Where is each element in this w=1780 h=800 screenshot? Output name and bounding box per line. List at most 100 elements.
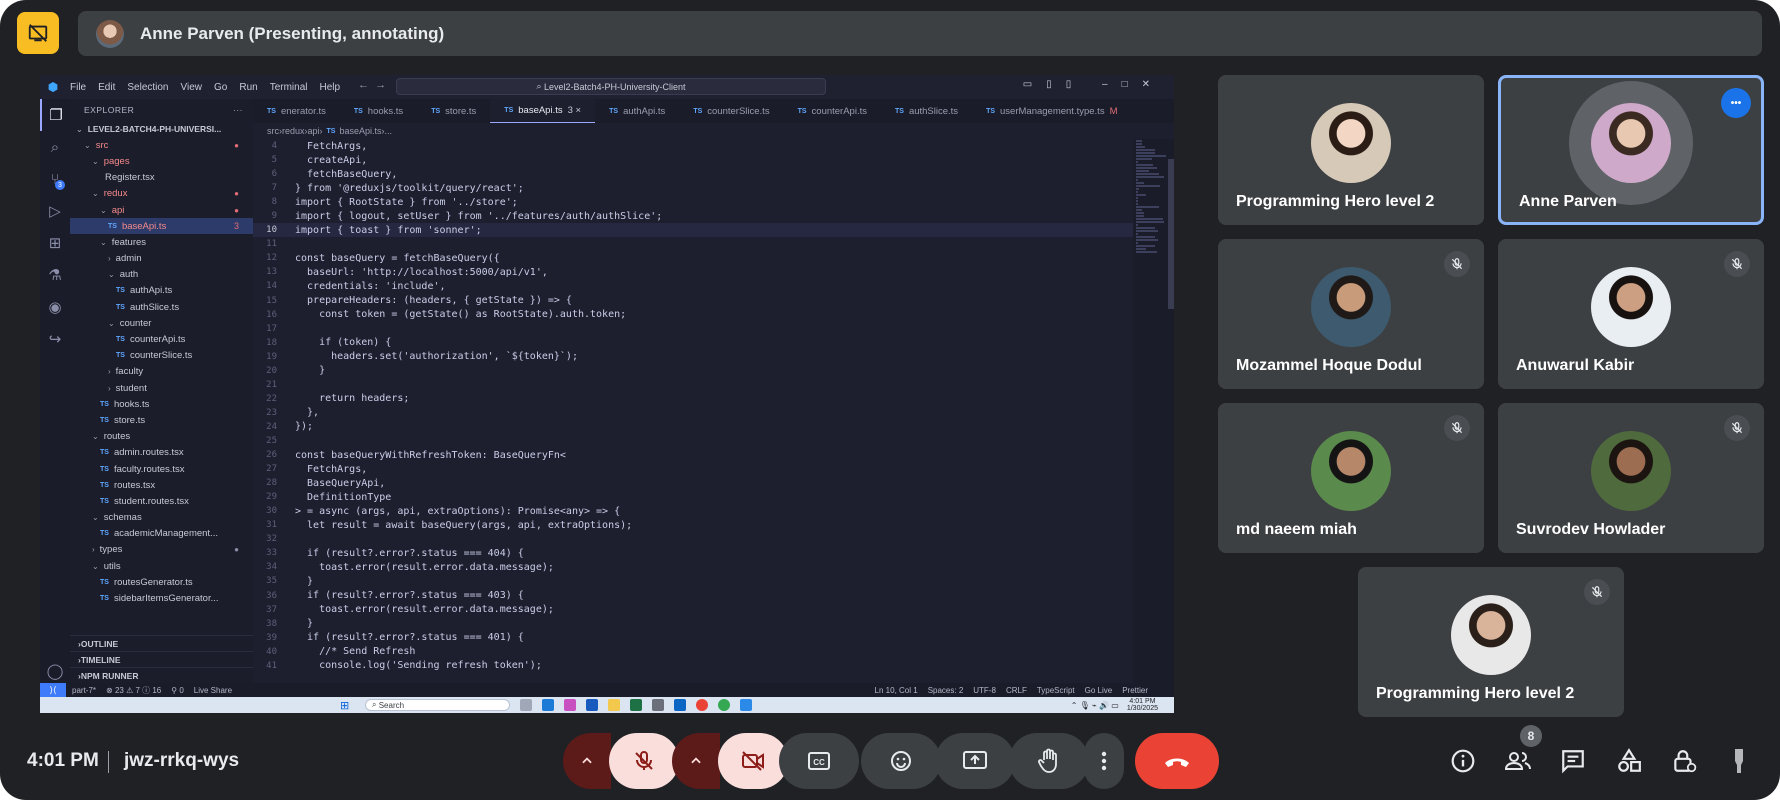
stop-presenting-icon[interactable] — [17, 12, 59, 54]
participant-tile[interactable]: Programming Hero level 2 — [1218, 75, 1484, 225]
mic-toggle-button[interactable] — [609, 733, 679, 789]
chrome-profile-icon — [718, 699, 730, 711]
minimap-line — [1136, 230, 1158, 232]
participant-avatar — [1451, 595, 1531, 675]
minimap-line — [1136, 221, 1164, 223]
code-line: 11 — [253, 237, 1133, 251]
chevron-down-icon: ⌄ — [84, 140, 91, 150]
captions-button[interactable]: CC — [779, 733, 859, 789]
participant-tile[interactable]: Mozammel Hoque Dodul — [1218, 239, 1484, 389]
line-number: 7 — [271, 183, 277, 194]
tree-item: ⌄ redux ● — [70, 186, 253, 202]
status-item: Go Live — [1084, 685, 1113, 695]
camera-toggle-button[interactable] — [718, 733, 788, 789]
lock-person-icon — [1674, 750, 1697, 773]
chat-button[interactable] — [1559, 747, 1587, 775]
reactions-button[interactable] — [861, 733, 941, 789]
minimap-line — [1136, 239, 1158, 241]
code-line: 9 import { logout, setUser } from '../fea… — [253, 209, 1133, 223]
more-options-button[interactable] — [1084, 733, 1124, 789]
host-controls-button[interactable] — [1670, 747, 1698, 775]
editor-tab: TS hooks.ts — [340, 99, 417, 123]
audio-options-button[interactable] — [563, 733, 611, 789]
breadcrumb-item: baseApi.ts — [339, 126, 382, 136]
participant-tile[interactable]: Programming Hero level 2 — [1358, 567, 1624, 717]
annotate-button[interactable] — [1725, 747, 1753, 775]
participant-tile[interactable]: md naeem miah — [1218, 403, 1484, 553]
minimap-line — [1136, 212, 1144, 214]
line-number: 17 — [266, 323, 277, 334]
code-line: 32 — [253, 532, 1133, 546]
line-number: 31 — [266, 520, 277, 531]
chat-icon — [1562, 750, 1584, 774]
tree-item-label: faculty.routes.tsx — [113, 463, 185, 475]
tree-item-label: schemas — [103, 512, 142, 524]
participant-name: Anuwarul Kabir — [1516, 357, 1635, 374]
line-number: 29 — [266, 492, 277, 503]
tree-item-label: Register.tsx — [105, 172, 155, 184]
minimap-line — [1136, 188, 1139, 190]
problem-count: 3 — [233, 221, 239, 232]
minimap-line — [1136, 164, 1153, 166]
typescript-file-icon: TS — [108, 222, 117, 230]
explorer-section: › OUTLINE — [70, 635, 253, 651]
participant-tile[interactable]: Anuwarul Kabir — [1498, 239, 1764, 389]
status-item: ⊗ 23 ⚠ 7 ⓘ 16 — [106, 685, 162, 695]
tree-item: TS counterSlice.ts — [70, 348, 253, 364]
line-number: 36 — [266, 590, 277, 601]
explorer-section: › TIMELINE — [70, 651, 253, 667]
chevron-up-icon — [691, 757, 701, 764]
code-text: BaseQueryApi, — [295, 477, 386, 489]
tree-item: ⌄ utils — [70, 558, 253, 574]
code-line: 10 import { toast } from 'sonner'; — [253, 223, 1133, 238]
line-number: 25 — [266, 436, 277, 446]
tab-label: baseApi.ts — [518, 105, 563, 116]
code-text: } — [295, 365, 326, 377]
meeting-info-button[interactable] — [1449, 747, 1477, 775]
line-number: 20 — [266, 365, 277, 376]
line-number: 19 — [266, 351, 277, 362]
video-options-button[interactable] — [672, 733, 720, 789]
breadcrumb-item: ... — [384, 126, 393, 136]
minimap-line — [1136, 161, 1138, 163]
tile-more-options-icon[interactable]: ••• — [1721, 88, 1751, 118]
typescript-file-icon: TS — [431, 107, 441, 115]
leave-call-button[interactable] — [1135, 733, 1219, 789]
code-text: DefinitionType — [295, 491, 392, 503]
tree-item: TS faculty.routes.tsx — [70, 461, 253, 477]
code-text: if (result?.error?.status === 404) { — [295, 547, 524, 559]
people-button[interactable] — [1504, 747, 1532, 775]
status-item: Live Share — [193, 685, 233, 695]
participant-tile[interactable]: Anne Parven ••• — [1498, 75, 1764, 225]
tree-item-label: api — [111, 204, 125, 216]
code-line: 36 if (result?.error?.status === 403) { — [253, 589, 1133, 603]
tab-label: authSlice.ts — [908, 105, 959, 117]
present-button[interactable] — [935, 733, 1015, 789]
chevron-up-icon — [582, 757, 592, 764]
raise-hand-button[interactable] — [1009, 733, 1089, 789]
tree-item-label: counter — [119, 317, 152, 329]
status-item: part-7* — [72, 685, 97, 695]
info-icon — [1451, 749, 1475, 773]
line-number: 16 — [266, 309, 277, 320]
status-item: ⚲ 0 — [171, 685, 184, 695]
minimap-line — [1136, 245, 1155, 247]
activities-button[interactable] — [1615, 747, 1643, 775]
code-line: 31 let result = await baseQuery(args, ap… — [253, 518, 1133, 532]
minimap-line — [1136, 155, 1166, 157]
minimap-line — [1136, 179, 1138, 181]
code-text: import { toast } from 'sonner'; — [295, 224, 482, 236]
line-number: 23 — [266, 407, 277, 418]
participant-name: Programming Hero level 2 — [1236, 193, 1435, 210]
code-line: 19 headers.set('authorization', `${token… — [253, 350, 1133, 364]
participant-tile[interactable]: Suvrodev Howlader — [1498, 403, 1764, 553]
explorer-panel: EXPLORER ··· ⌄ LEVEL2-BATCH4-PH-UNIVERSI..… — [70, 99, 253, 683]
tab-label: counterApi.ts — [811, 105, 867, 117]
code-text: prepareHeaders: (headers, { getState }) … — [295, 295, 572, 307]
line-number: 35 — [266, 576, 277, 587]
chevron-right-icon: › — [108, 367, 111, 377]
vscode-taskbar-icon — [740, 699, 752, 711]
source-control-icon: ⑂ — [40, 163, 70, 195]
tab-status: 3 × — [567, 105, 582, 116]
code-line: 30 > = async (args, api, extraOptions): P… — [253, 504, 1133, 518]
